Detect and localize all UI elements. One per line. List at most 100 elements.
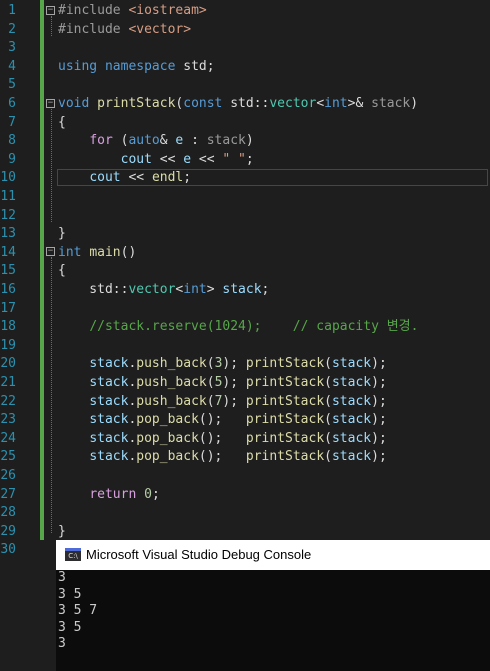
code-line[interactable]: { xyxy=(58,262,66,281)
code-line[interactable]: int main() xyxy=(58,244,136,263)
code-token: printStack xyxy=(245,375,325,390)
console-output-line: 3 xyxy=(58,636,66,651)
code-token: vector xyxy=(269,96,317,111)
line-number: 19 xyxy=(0,337,16,353)
code-line[interactable]: #include <iostream> xyxy=(58,2,207,21)
code-line[interactable]: stack.push_back(5); printStack(stack); xyxy=(58,374,386,393)
line-number: 12 xyxy=(0,207,16,223)
code-line[interactable]: stack.pop_back(); printStack(stack); xyxy=(58,448,386,467)
code-token: int xyxy=(58,244,82,260)
code-line[interactable]: cout << endl; xyxy=(58,169,191,188)
code-line[interactable]: return 0; xyxy=(58,486,159,505)
line-number: 4 xyxy=(8,58,16,74)
code-token: ); xyxy=(222,393,246,409)
code-line[interactable]: std::vector<int> stack; xyxy=(58,281,269,300)
code-token: < xyxy=(316,96,325,111)
code-token: ) xyxy=(245,133,254,149)
code-token: stack xyxy=(89,356,129,372)
code-token: auto xyxy=(128,133,160,149)
line-number: 3 xyxy=(8,40,16,56)
code-token: ( xyxy=(206,356,215,372)
line-number: 23 xyxy=(0,412,16,428)
line-number: 18 xyxy=(0,319,16,335)
code-line[interactable]: stack.push_back(7); printStack(stack); xyxy=(58,393,386,412)
fold-toggle-icon[interactable]: − xyxy=(46,247,55,256)
code-line[interactable]: stack.pop_back(); printStack(stack); xyxy=(58,411,386,430)
code-token: for xyxy=(89,133,113,149)
code-line[interactable]: cout << e << " "; xyxy=(58,151,254,170)
code-token: pop_back xyxy=(136,412,199,428)
code-token: stack xyxy=(331,449,372,465)
code-token: stack xyxy=(371,96,411,111)
code-token: printStack xyxy=(245,430,325,446)
code-line[interactable]: #include <vector> xyxy=(58,21,191,40)
code-line[interactable]: using namespace std; xyxy=(58,58,215,77)
debug-console-window[interactable]: C:\ Microsoft Visual Studio Debug Consol… xyxy=(56,540,490,671)
line-number: 25 xyxy=(0,449,16,465)
code-token: namespace xyxy=(104,58,176,74)
code-token: #include xyxy=(58,21,129,37)
code-token: ; xyxy=(183,170,192,186)
code-token: ; xyxy=(261,282,270,297)
code-token: //stack.reserve(1024); // capacity 변경. xyxy=(89,319,419,335)
code-token: printStack xyxy=(245,412,325,428)
code-token: ( xyxy=(324,393,332,409)
code-line[interactable]: //stack.reserve(1024); // capacity 변경. xyxy=(58,318,418,337)
code-line[interactable]: stack.pop_back(); printStack(stack); xyxy=(58,430,386,449)
code-token: stack xyxy=(206,133,246,149)
code-editor[interactable]: 1 2 3 4 5 6 7 8 9 10 11 12 13 14 15 16 17 18 19 20 21 22 23 24 2… xyxy=(0,0,490,557)
code-token: return xyxy=(89,486,137,502)
code-token: >& xyxy=(347,96,372,111)
code-token: stack xyxy=(89,430,129,446)
code-token: stack xyxy=(89,412,129,428)
code-token: e xyxy=(183,151,192,167)
fold-toggle-icon[interactable]: − xyxy=(46,6,55,15)
line-number: 5 xyxy=(8,77,16,93)
code-token: std; xyxy=(175,58,215,74)
code-token: } xyxy=(58,523,66,539)
code-token: ; xyxy=(245,151,254,167)
code-line[interactable]: stack.push_back(3); printStack(stack); xyxy=(58,355,386,374)
code-line[interactable]: } xyxy=(58,225,66,244)
code-token: printStack xyxy=(245,356,325,372)
code-token: " " xyxy=(222,151,246,167)
code-line[interactable]: } xyxy=(58,523,66,542)
code-token: stack xyxy=(89,449,129,465)
code-token: << xyxy=(120,170,152,186)
line-number-gutter: 1 2 3 4 5 6 7 8 9 10 11 12 13 14 15 16 17 18 19 20 21 22 23 24 2… xyxy=(0,0,40,557)
code-token: ( xyxy=(324,375,332,390)
fold-toggle-icon[interactable]: − xyxy=(46,99,55,108)
code-token: ); xyxy=(222,375,246,390)
code-token: ( xyxy=(324,356,332,372)
code-line[interactable]: { xyxy=(58,114,66,133)
code-token: stack xyxy=(331,430,372,446)
code-token: { xyxy=(58,263,66,279)
line-number: 13 xyxy=(0,226,16,242)
code-line[interactable]: void printStack(const std::vector<int>& … xyxy=(58,95,418,114)
code-token: : xyxy=(183,133,207,149)
line-number: 15 xyxy=(0,263,16,279)
code-token: stack xyxy=(331,375,372,390)
code-token: ( xyxy=(324,430,332,446)
code-token: ( xyxy=(324,449,332,465)
line-number: 14 xyxy=(0,244,16,260)
line-number: 30 xyxy=(0,542,16,558)
console-output-line: 3 xyxy=(58,570,66,585)
code-token: main xyxy=(89,244,121,260)
fold-guide-line xyxy=(51,16,52,36)
code-token: << xyxy=(191,151,223,167)
console-titlebar[interactable]: C:\ Microsoft Visual Studio Debug Consol… xyxy=(56,540,490,570)
line-number: 22 xyxy=(0,393,16,409)
code-token: (); xyxy=(198,430,246,446)
line-number: 29 xyxy=(0,523,16,539)
console-title: Microsoft Visual Studio Debug Console xyxy=(86,547,312,562)
code-token: << xyxy=(151,151,184,167)
code-line[interactable]: for (auto& e : stack) xyxy=(58,132,254,151)
